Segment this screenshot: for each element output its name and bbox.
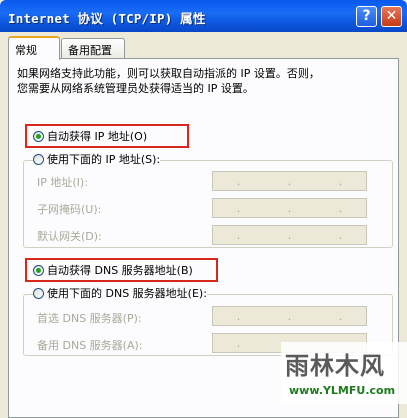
ip-dot: . — [287, 228, 292, 242]
ip-dot: . — [287, 201, 292, 215]
window-title: Internet 协议 (TCP/IP) 属性 — [8, 11, 206, 26]
ip-dot: . — [338, 309, 343, 323]
ip-dot: . — [338, 201, 343, 215]
preferred-dns-input: ... — [212, 306, 367, 326]
ip-dot: . — [287, 174, 292, 188]
default-gateway-label: 默认网关(D): — [37, 230, 102, 243]
dns-auto-label: 自动获得 DNS 服务器地址(B) — [47, 264, 193, 277]
dns-manual-label: 使用下面的 DNS 服务器地址(E): — [47, 287, 207, 300]
tab-general[interactable]: 常规 — [8, 36, 60, 60]
ip-address-input: ... — [212, 171, 367, 191]
ip-manual-radio[interactable] — [33, 153, 44, 165]
tab-alternate-configuration[interactable]: 备用配置 — [61, 38, 125, 58]
title-bar[interactable]: Internet 协议 (TCP/IP) 属性 ? ✕ — [0, 0, 407, 32]
subnet-mask-input: ... — [212, 198, 367, 218]
ip-dot: . — [338, 228, 343, 242]
ip-dot: . — [236, 309, 241, 323]
ip-auto-radio[interactable] — [33, 130, 44, 142]
preferred-dns-label: 首选 DNS 服务器(P): — [37, 312, 142, 325]
help-icon: ? — [362, 8, 371, 24]
close-icon: ✕ — [385, 8, 398, 24]
ip-dot: . — [338, 174, 343, 188]
ip-auto-label: 自动获得 IP 地址(O) — [47, 130, 148, 143]
description-text: 如果网络支持此功能，则可以获取自动指派的 IP 设置。否则， 您需要从网络系统管… — [17, 67, 320, 95]
ip-dot: . — [287, 309, 292, 323]
dns-manual-option[interactable]: 使用下面的 DNS 服务器地址(E): — [33, 285, 207, 301]
ip-auto-option[interactable]: 自动获得 IP 地址(O) — [33, 128, 148, 144]
ip-dot: . — [236, 228, 241, 242]
help-button[interactable]: ? — [356, 6, 377, 27]
watermark-url: www.YLMFU.com — [289, 384, 396, 397]
tab-strip: 常规 备用配置 — [8, 36, 399, 60]
default-gateway-input: ... — [212, 225, 367, 245]
dns-manual-radio[interactable] — [33, 287, 44, 299]
ip-dot: . — [236, 336, 241, 350]
ip-dot: . — [236, 201, 241, 215]
dns-auto-radio[interactable] — [33, 264, 44, 276]
ip-manual-label: 使用下面的 IP 地址(S): — [47, 153, 161, 166]
ip-manual-option[interactable]: 使用下面的 IP 地址(S): — [33, 151, 161, 167]
ip-dot: . — [236, 174, 241, 188]
watermark-text: 雨林木风 — [285, 351, 385, 380]
dns-auto-option[interactable]: 自动获得 DNS 服务器地址(B) — [33, 262, 193, 278]
close-button[interactable]: ✕ — [381, 6, 402, 27]
watermark-logo: 雨林木风 www.YLMFU.com — [281, 342, 407, 404]
subnet-mask-label: 子网掩码(U): — [37, 203, 102, 216]
ip-address-label: IP 地址(I): — [37, 176, 88, 189]
tcpip-properties-dialog: Internet 协议 (TCP/IP) 属性 ? ✕ 常规 备用配置 如果网络… — [0, 0, 407, 418]
alternate-dns-label: 备用 DNS 服务器(A): — [37, 339, 143, 352]
